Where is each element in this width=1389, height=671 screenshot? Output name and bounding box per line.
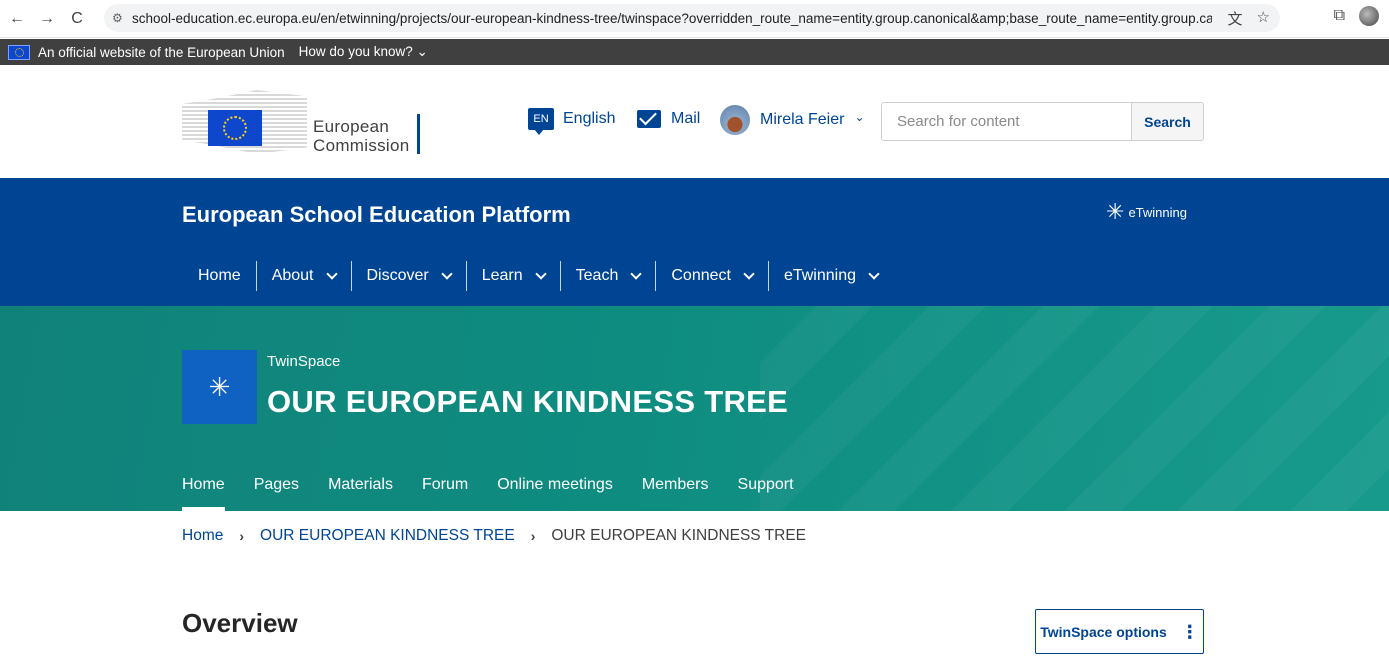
nav-item-label: Discover bbox=[366, 267, 429, 284]
site-info-icon[interactable]: ⚙ bbox=[112, 11, 132, 25]
chevron-down-icon bbox=[868, 267, 880, 280]
nav-item-label: Home bbox=[198, 267, 241, 284]
nav-item-label: Learn bbox=[481, 267, 523, 284]
project-title: OUR EUROPEAN KINDNESS TREE bbox=[267, 384, 789, 419]
tab-support[interactable]: Support bbox=[738, 476, 794, 511]
chevron-down-icon bbox=[630, 267, 643, 280]
platform-bar: European School Education Platform ✳ eTw… bbox=[0, 178, 1389, 306]
logo-divider bbox=[417, 114, 420, 154]
main-navigation: Home About Discover Learn Teach Connect eTwinn… bbox=[182, 261, 893, 291]
avatar bbox=[720, 105, 750, 135]
european-commission-logo[interactable]: European Commission bbox=[182, 90, 422, 155]
url-text[interactable]: school-education.ec.europa.eu/en/etwinni… bbox=[132, 11, 1212, 26]
forward-icon[interactable]: → bbox=[34, 6, 60, 32]
eu-flag-icon bbox=[8, 44, 30, 60]
tab-pages[interactable]: Pages bbox=[254, 476, 299, 511]
mail-link[interactable]: Mail bbox=[637, 110, 700, 128]
back-icon[interactable]: ← bbox=[4, 6, 30, 32]
chevron-down-icon bbox=[325, 267, 338, 280]
search-form: Search bbox=[881, 102, 1204, 141]
nav-item-about[interactable]: About bbox=[255, 261, 351, 291]
nav-item-label: eTwinning bbox=[783, 267, 856, 284]
star-icon[interactable]: ☆ bbox=[1257, 8, 1270, 29]
chevron-down-icon bbox=[743, 267, 755, 280]
nav-item-connect[interactable]: Connect bbox=[655, 261, 768, 291]
nav-item-teach[interactable]: Teach bbox=[559, 261, 656, 291]
user-menu[interactable]: Mirela Feier ⌄ bbox=[720, 105, 865, 135]
search-input[interactable] bbox=[882, 103, 1131, 140]
chevron-down-icon bbox=[441, 267, 453, 280]
nav-item-etwinning[interactable]: eTwinning bbox=[767, 261, 893, 291]
eu-flag-icon bbox=[208, 110, 262, 146]
nav-item-label: About bbox=[271, 267, 314, 284]
nav-item-label: Teach bbox=[575, 267, 619, 284]
nav-item-home[interactable]: Home bbox=[182, 261, 256, 291]
logo-line-2: Commission bbox=[313, 136, 410, 155]
nav-item-discover[interactable]: Discover bbox=[350, 261, 466, 291]
nav-item-label: Connect bbox=[671, 267, 731, 284]
tab-online-meetings[interactable]: Online meetings bbox=[497, 476, 613, 511]
chevron-down-icon bbox=[534, 267, 547, 280]
browser-toolbar: ← → C ⚙ school-education.ec.europa.eu/en… bbox=[0, 0, 1389, 38]
breadcrumb-current: OUR EUROPEAN KINDNESS TREE bbox=[551, 527, 807, 544]
twinspace-tabs: Home Pages Materials Forum Online meetings Me… bbox=[182, 476, 794, 511]
tab-forum[interactable]: Forum bbox=[422, 476, 468, 511]
nav-item-learn[interactable]: Learn bbox=[465, 261, 560, 291]
reload-icon[interactable]: C bbox=[64, 6, 90, 32]
language-icon: EN bbox=[528, 108, 554, 135]
twinspace-label: TwinSpace bbox=[267, 353, 341, 370]
official-site-text: An official website of the European Unio… bbox=[38, 44, 285, 60]
translate-icon[interactable]: 文 bbox=[1228, 8, 1243, 29]
site-header: European Commission EN English Mail Mire… bbox=[0, 65, 1389, 178]
address-bar[interactable]: ⚙ school-education.ec.europa.eu/en/etwin… bbox=[104, 4, 1280, 32]
etwinning-logo-icon: ✳ bbox=[1106, 199, 1125, 224]
twinspace-options-button[interactable]: TwinSpace options ⋮ bbox=[1035, 609, 1204, 654]
logo-line-1: European bbox=[313, 117, 390, 136]
chevron-right-icon: › bbox=[239, 528, 245, 544]
platform-title[interactable]: European School Education Platform bbox=[182, 202, 571, 228]
user-name: Mirela Feier bbox=[760, 111, 845, 128]
breadcrumb: Home › OUR EUROPEAN KINDNESS TREE › OUR EURO… bbox=[182, 527, 806, 545]
mail-label: Mail bbox=[671, 110, 701, 127]
chevron-right-icon: › bbox=[530, 528, 536, 544]
twinspace-options-label: TwinSpace options bbox=[1040, 623, 1167, 640]
chevron-down-icon: ⌄ bbox=[854, 110, 865, 124]
search-button[interactable]: Search bbox=[1131, 103, 1203, 140]
tab-home[interactable]: Home bbox=[182, 476, 225, 511]
browser-profile-avatar[interactable] bbox=[1359, 6, 1379, 26]
project-logo-icon: ✳ bbox=[182, 350, 257, 424]
breadcrumb-link[interactable]: OUR EUROPEAN KINDNESS TREE bbox=[260, 527, 515, 545]
breadcrumb-link[interactable]: Home bbox=[182, 527, 223, 545]
how-do-you-know-link[interactable]: How do you know? ⌄ bbox=[299, 44, 428, 60]
mail-icon bbox=[637, 110, 661, 128]
more-vertical-icon: ⋮ bbox=[1180, 621, 1199, 642]
language-selector[interactable]: EN English bbox=[528, 108, 616, 135]
extensions-icon[interactable]: ⧉ bbox=[1334, 7, 1345, 25]
project-hero: ✳ TwinSpace OUR EUROPEAN KINDNESS TREE H… bbox=[0, 306, 1389, 511]
chevron-down-icon: ⌄ bbox=[416, 44, 428, 59]
etwinning-logo[interactable]: ✳ eTwinning bbox=[1106, 199, 1187, 225]
tab-materials[interactable]: Materials bbox=[328, 476, 393, 511]
eu-official-banner: An official website of the European Unio… bbox=[0, 39, 1389, 65]
page-title: Overview bbox=[182, 608, 298, 638]
tab-members[interactable]: Members bbox=[642, 476, 709, 511]
language-label: English bbox=[563, 110, 616, 127]
